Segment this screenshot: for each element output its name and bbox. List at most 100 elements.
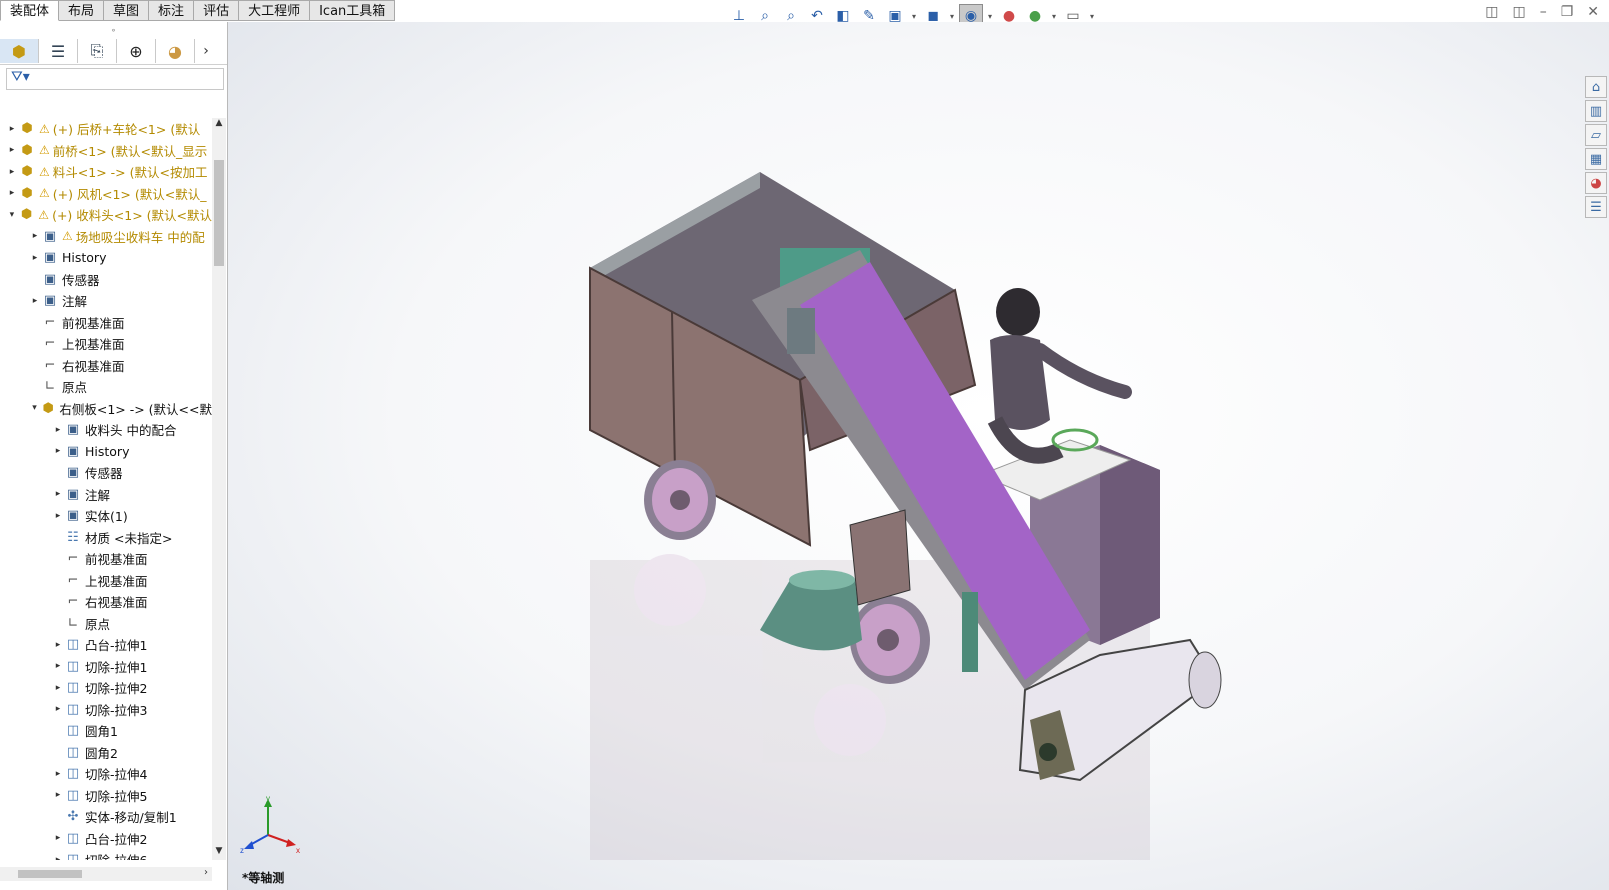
- expand-arrow-icon[interactable]: ▸: [52, 511, 64, 521]
- expand-arrow-icon[interactable]: ▸: [52, 833, 64, 843]
- restore-icon[interactable]: ❐: [1561, 4, 1574, 20]
- tile-left-icon[interactable]: ◫: [1485, 4, 1498, 20]
- tree-row[interactable]: ✣ 实体-移动/复制1: [0, 806, 212, 828]
- tree-row[interactable]: ▸ ⬢ ⚠ (+) 后桥+车轮<1> (默认: [0, 118, 212, 140]
- view-palette-icon[interactable]: ▦: [1585, 148, 1607, 170]
- expand-arrow-icon[interactable]: ▸: [52, 683, 64, 693]
- dimxpert-icon[interactable]: ⊕: [117, 39, 156, 63]
- tree-row[interactable]: ▸ ▣ 收料头 中的配合: [0, 419, 212, 441]
- tree-row[interactable]: ⌐ 上视基准面: [0, 333, 212, 355]
- tree-row[interactable]: ▸ ◫ 切除-拉伸2: [0, 677, 212, 699]
- folder-icon: ▣: [66, 486, 80, 502]
- expand-arrow-icon[interactable]: ▸: [6, 167, 18, 177]
- tree-row[interactable]: ▸◫ 切除-拉伸6: [0, 849, 212, 860]
- machine-model[interactable]: [228, 22, 1609, 890]
- tree-row[interactable]: ▸ ◫ 凸台-拉伸2: [0, 828, 212, 850]
- tree-row[interactable]: ▸ ◫ 切除-拉伸4: [0, 763, 212, 785]
- expand-arrow-icon[interactable]: ▸: [52, 446, 64, 456]
- expand-arrow-icon[interactable]: ▸: [52, 640, 64, 650]
- tree-item-label: 切除-拉伸3: [85, 702, 148, 718]
- tree-row[interactable]: ⌐ 右视基准面: [0, 355, 212, 377]
- graphics-area[interactable]: [228, 22, 1609, 890]
- scroll-right-icon[interactable]: ›: [204, 867, 208, 878]
- featuremanager-icon[interactable]: ⬢: [0, 39, 39, 63]
- expand-arrow-icon[interactable]: ▸: [29, 231, 41, 241]
- expand-arrow-icon[interactable]: ▸: [29, 253, 41, 263]
- plane-icon: ⌐: [44, 314, 56, 330]
- filter-icon[interactable]: ⛛▾: [11, 69, 30, 85]
- tab-4[interactable]: 评估: [194, 0, 240, 21]
- expand-arrow-icon[interactable]: ▸: [6, 124, 18, 134]
- tree-row[interactable]: ▸ ▣ 注解: [0, 484, 212, 506]
- home-icon[interactable]: ⌂: [1585, 76, 1607, 98]
- tree-row[interactable]: ▣ 传感器: [0, 462, 212, 484]
- file-explorer-icon[interactable]: ▱: [1585, 124, 1607, 146]
- scroll-down-icon[interactable]: ▼: [212, 846, 226, 860]
- configurationmanager-icon[interactable]: ⎘: [78, 39, 117, 63]
- tree-row[interactable]: ▸ ◫ 切除-拉伸1: [0, 656, 212, 678]
- propertymanager-icon[interactable]: ☰: [39, 39, 78, 63]
- display-manager-icon[interactable]: ◕: [156, 39, 195, 63]
- tree-row[interactable]: ☷ 材质 <未指定>: [0, 527, 212, 549]
- expand-arrow-icon[interactable]: ▾: [6, 210, 18, 220]
- tree-row[interactable]: ▸ ▣ ⚠ 场地吸尘收料车 中的配: [0, 226, 212, 248]
- tab-0[interactable]: 装配体: [0, 0, 60, 21]
- tree-row[interactable]: ▸ ▣ 注解: [0, 290, 212, 312]
- tree-row[interactable]: ◫ 圆角2: [0, 742, 212, 764]
- expand-arrow-icon[interactable]: ▸: [52, 661, 64, 671]
- tree-row[interactable]: ▸ ▣ 实体(1): [0, 505, 212, 527]
- tab-2[interactable]: 草图: [104, 0, 150, 21]
- tree-row[interactable]: ∟ 原点: [0, 376, 212, 398]
- expand-arrow-icon[interactable]: ▸: [52, 425, 64, 435]
- tree-row[interactable]: ▾ ⬢ 右侧板<1> -> (默认<<默: [0, 398, 212, 420]
- custom-properties-icon[interactable]: ☰: [1585, 196, 1607, 218]
- tree-row[interactable]: ▸ ⬢ ⚠ (+) 风机<1> (默认<默认_: [0, 183, 212, 205]
- expand-arrow-icon[interactable]: ▸: [52, 704, 64, 714]
- scroll-up-icon[interactable]: ▲: [212, 118, 226, 132]
- tree-row[interactable]: ⌐ 上视基准面: [0, 570, 212, 592]
- warning-icon: ⚠: [62, 229, 73, 244]
- tree-item-label: 切除-拉伸2: [85, 681, 148, 697]
- expand-arrow-icon[interactable]: ▸: [52, 769, 64, 779]
- tree-row[interactable]: ▸ ▣ History: [0, 441, 212, 463]
- appearances-icon[interactable]: ◕: [1585, 172, 1607, 194]
- close-icon[interactable]: ✕: [1587, 4, 1599, 20]
- tree-row[interactable]: ▸ ⬢ ⚠ 前桥<1> (默认<默认_显示: [0, 140, 212, 162]
- tree-row[interactable]: ▸ ◫ 切除-拉伸3: [0, 699, 212, 721]
- tree-row[interactable]: ∟ 原点: [0, 613, 212, 635]
- expand-arrow-icon[interactable]: ▸: [52, 489, 64, 499]
- filter-input[interactable]: ⛛▾: [6, 68, 224, 90]
- expand-arrow-icon[interactable]: ▸: [29, 296, 41, 306]
- design-library-icon[interactable]: ▥: [1585, 100, 1607, 122]
- tab-3[interactable]: 标注: [149, 0, 195, 21]
- panel-splitter[interactable]: ⚬: [0, 22, 227, 38]
- expand-arrow-icon[interactable]: ▾: [29, 403, 40, 413]
- tile-right-icon[interactable]: ◫: [1512, 4, 1525, 20]
- tree-row[interactable]: ⌐ 右视基准面: [0, 591, 212, 613]
- tree-row[interactable]: ▣ 传感器: [0, 269, 212, 291]
- tree-item-label: 原点: [62, 380, 88, 396]
- expand-arrow-icon[interactable]: ▸: [52, 790, 64, 800]
- tree-row[interactable]: ▸ ▣ History: [0, 247, 212, 269]
- tree-horizontal-scrollbar[interactable]: ›: [0, 867, 212, 881]
- scroll-thumb[interactable]: [18, 870, 82, 878]
- chevron-right-icon[interactable]: ›: [199, 43, 213, 59]
- minimize-icon[interactable]: –: [1540, 4, 1547, 20]
- tree-row[interactable]: ▸ ◫ 切除-拉伸5: [0, 785, 212, 807]
- expand-arrow-icon[interactable]: ▸: [6, 145, 18, 155]
- expand-arrow-icon[interactable]: ▸: [52, 855, 64, 860]
- scroll-thumb[interactable]: [214, 160, 224, 266]
- tree-row[interactable]: ▾ ⬢ ⚠ (+) 收料头<1> (默认<默认: [0, 204, 212, 226]
- tree-row[interactable]: ▸ ◫ 凸台-拉伸1: [0, 634, 212, 656]
- tab-5[interactable]: 大工程师: [239, 0, 311, 21]
- tree-item-label: 切除-拉伸4: [85, 767, 148, 783]
- tab-6[interactable]: Ican工具箱: [310, 0, 396, 21]
- expand-arrow-icon[interactable]: ▸: [6, 188, 18, 198]
- tree-row[interactable]: ◫ 圆角1: [0, 720, 212, 742]
- feature-icon: ◫: [66, 680, 80, 696]
- tree-row[interactable]: ▸ ⬢ ⚠ 料斗<1> -> (默认<按加工: [0, 161, 212, 183]
- tree-vertical-scrollbar[interactable]: ▲ ▼: [212, 118, 226, 860]
- tree-row[interactable]: ⌐ 前视基准面: [0, 312, 212, 334]
- tab-1[interactable]: 布局: [59, 0, 105, 21]
- tree-row[interactable]: ⌐ 前视基准面: [0, 548, 212, 570]
